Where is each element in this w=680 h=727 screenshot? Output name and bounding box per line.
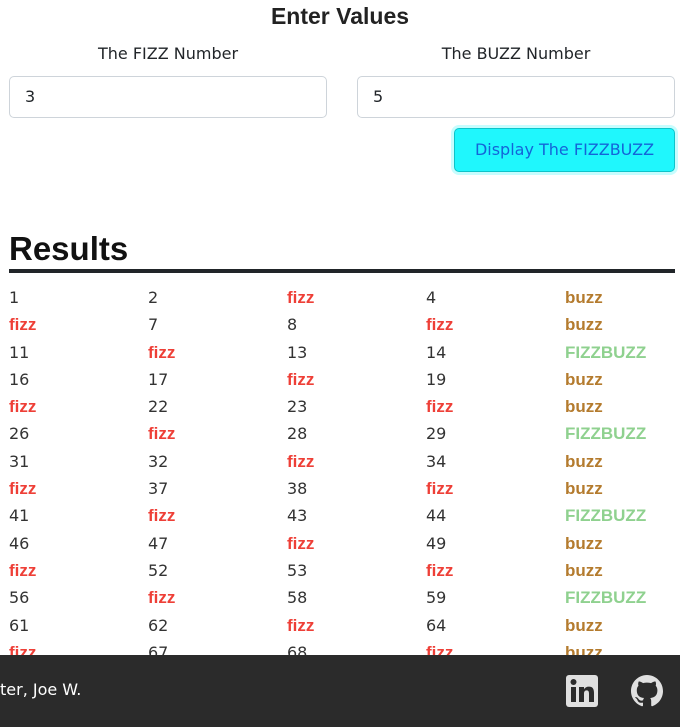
result-cell-fizz: fizz bbox=[9, 479, 37, 499]
display-fizzbuzz-button[interactable]: Display The FIZZBUZZ bbox=[454, 128, 675, 172]
result-cell-fizz: fizz bbox=[287, 615, 315, 635]
result-cell-buzz: buzz bbox=[565, 479, 603, 499]
result-cell-num: 7 bbox=[148, 315, 159, 335]
result-cell-buzz: buzz bbox=[565, 615, 603, 635]
result-cell-fizz: fizz bbox=[426, 479, 454, 499]
result-cell-num: 19 bbox=[426, 369, 447, 389]
result-cell-num: 16 bbox=[9, 369, 30, 389]
result-cell-fizz: fizz bbox=[426, 642, 454, 655]
result-cell-num: 61 bbox=[9, 615, 30, 635]
fizz-number-input[interactable]: 3 bbox=[9, 76, 327, 118]
result-cell-num: 56 bbox=[9, 588, 30, 608]
result-cell-fizz: fizz bbox=[287, 451, 315, 471]
result-cell-num: 43 bbox=[287, 506, 308, 526]
result-cell-num: 37 bbox=[148, 479, 169, 499]
result-cell-num: 41 bbox=[9, 506, 30, 526]
result-cell-buzz: buzz bbox=[565, 397, 603, 417]
result-cell-num: 29 bbox=[426, 424, 447, 444]
result-cell-num: 46 bbox=[9, 533, 30, 553]
result-cell-num: 58 bbox=[287, 588, 308, 608]
result-cell-num: 14 bbox=[426, 342, 447, 362]
result-cell-fizz: fizz bbox=[9, 560, 37, 580]
result-cell-fizzbuzz: FIZZBUZZ bbox=[565, 424, 647, 444]
result-cell-num: 67 bbox=[148, 642, 169, 655]
buzz-number-label: The BUZZ Number bbox=[441, 44, 591, 63]
result-cell-num: 62 bbox=[148, 615, 169, 635]
result-cell-fizzbuzz: FIZZBUZZ bbox=[565, 342, 647, 362]
result-cell-num: 68 bbox=[287, 642, 308, 655]
result-cell-buzz: buzz bbox=[565, 451, 603, 471]
result-cell-fizz: fizz bbox=[148, 506, 176, 526]
result-cell-num: 31 bbox=[9, 451, 30, 471]
form-heading: Enter Values bbox=[270, 3, 410, 29]
result-cell-num: 34 bbox=[426, 451, 447, 471]
results-divider bbox=[9, 269, 675, 273]
result-cell-num: 23 bbox=[287, 397, 308, 417]
result-cell-num: 26 bbox=[9, 424, 30, 444]
result-cell-buzz: buzz bbox=[565, 642, 603, 655]
result-cell-num: 22 bbox=[148, 397, 169, 417]
result-cell-fizz: fizz bbox=[287, 369, 315, 389]
fizz-number-label: The FIZZ Number bbox=[97, 44, 239, 63]
result-cell-num: 32 bbox=[148, 451, 169, 471]
result-cell-fizz: fizz bbox=[148, 588, 176, 608]
result-cell-num: 59 bbox=[426, 588, 447, 608]
result-cell-num: 17 bbox=[148, 369, 169, 389]
result-cell-num: 1 bbox=[9, 288, 20, 307]
result-cell-fizz: fizz bbox=[148, 424, 176, 444]
result-cell-num: 52 bbox=[148, 560, 169, 580]
linkedin-icon[interactable] bbox=[564, 673, 600, 709]
result-cell-fizz: fizz bbox=[148, 342, 176, 362]
buzz-number-input[interactable]: 5 bbox=[357, 76, 675, 118]
result-cell-fizz: fizz bbox=[426, 560, 454, 580]
footer: ter, Joe W. bbox=[0, 655, 680, 727]
result-cell-num: 47 bbox=[148, 533, 169, 553]
result-cell-num: 11 bbox=[9, 342, 30, 362]
result-cell-fizz: fizz bbox=[9, 642, 37, 655]
result-cell-buzz: buzz bbox=[565, 315, 603, 335]
result-cell-num: 2 bbox=[148, 288, 159, 307]
result-cell-buzz: buzz bbox=[565, 560, 603, 580]
result-cell-num: 8 bbox=[287, 315, 298, 335]
result-cell-num: 64 bbox=[426, 615, 447, 635]
result-cell-num: 38 bbox=[287, 479, 308, 499]
result-cell-fizz: fizz bbox=[9, 315, 37, 335]
result-cell-num: 13 bbox=[287, 342, 308, 362]
result-cell-fizzbuzz: FIZZBUZZ bbox=[565, 588, 647, 608]
result-cell-fizz: fizz bbox=[426, 315, 454, 335]
result-cell-num: 49 bbox=[426, 533, 447, 553]
result-cell-num: 53 bbox=[287, 560, 308, 580]
results-title: Results bbox=[9, 230, 129, 267]
result-cell-fizz: fizz bbox=[9, 397, 37, 417]
github-icon[interactable] bbox=[629, 673, 665, 709]
footer-credit: ter, Joe W. bbox=[0, 680, 82, 699]
result-cell-fizz: fizz bbox=[287, 288, 315, 307]
result-cell-buzz: buzz bbox=[565, 369, 603, 389]
results-grid: 1 2 fizz 4 buzz fizz 7 8 fizz buzz 11 fizz 13 14 FIZZB… bbox=[9, 284, 679, 655]
result-cell-num: 28 bbox=[287, 424, 308, 444]
result-cell-fizz: fizz bbox=[287, 533, 315, 553]
result-cell-num: 4 bbox=[426, 288, 437, 307]
result-cell-fizz: fizz bbox=[426, 397, 454, 417]
result-cell-buzz: buzz bbox=[565, 533, 603, 553]
result-cell-buzz: buzz bbox=[565, 288, 603, 307]
result-cell-fizzbuzz: FIZZBUZZ bbox=[565, 506, 647, 526]
result-cell-num: 44 bbox=[426, 506, 447, 526]
